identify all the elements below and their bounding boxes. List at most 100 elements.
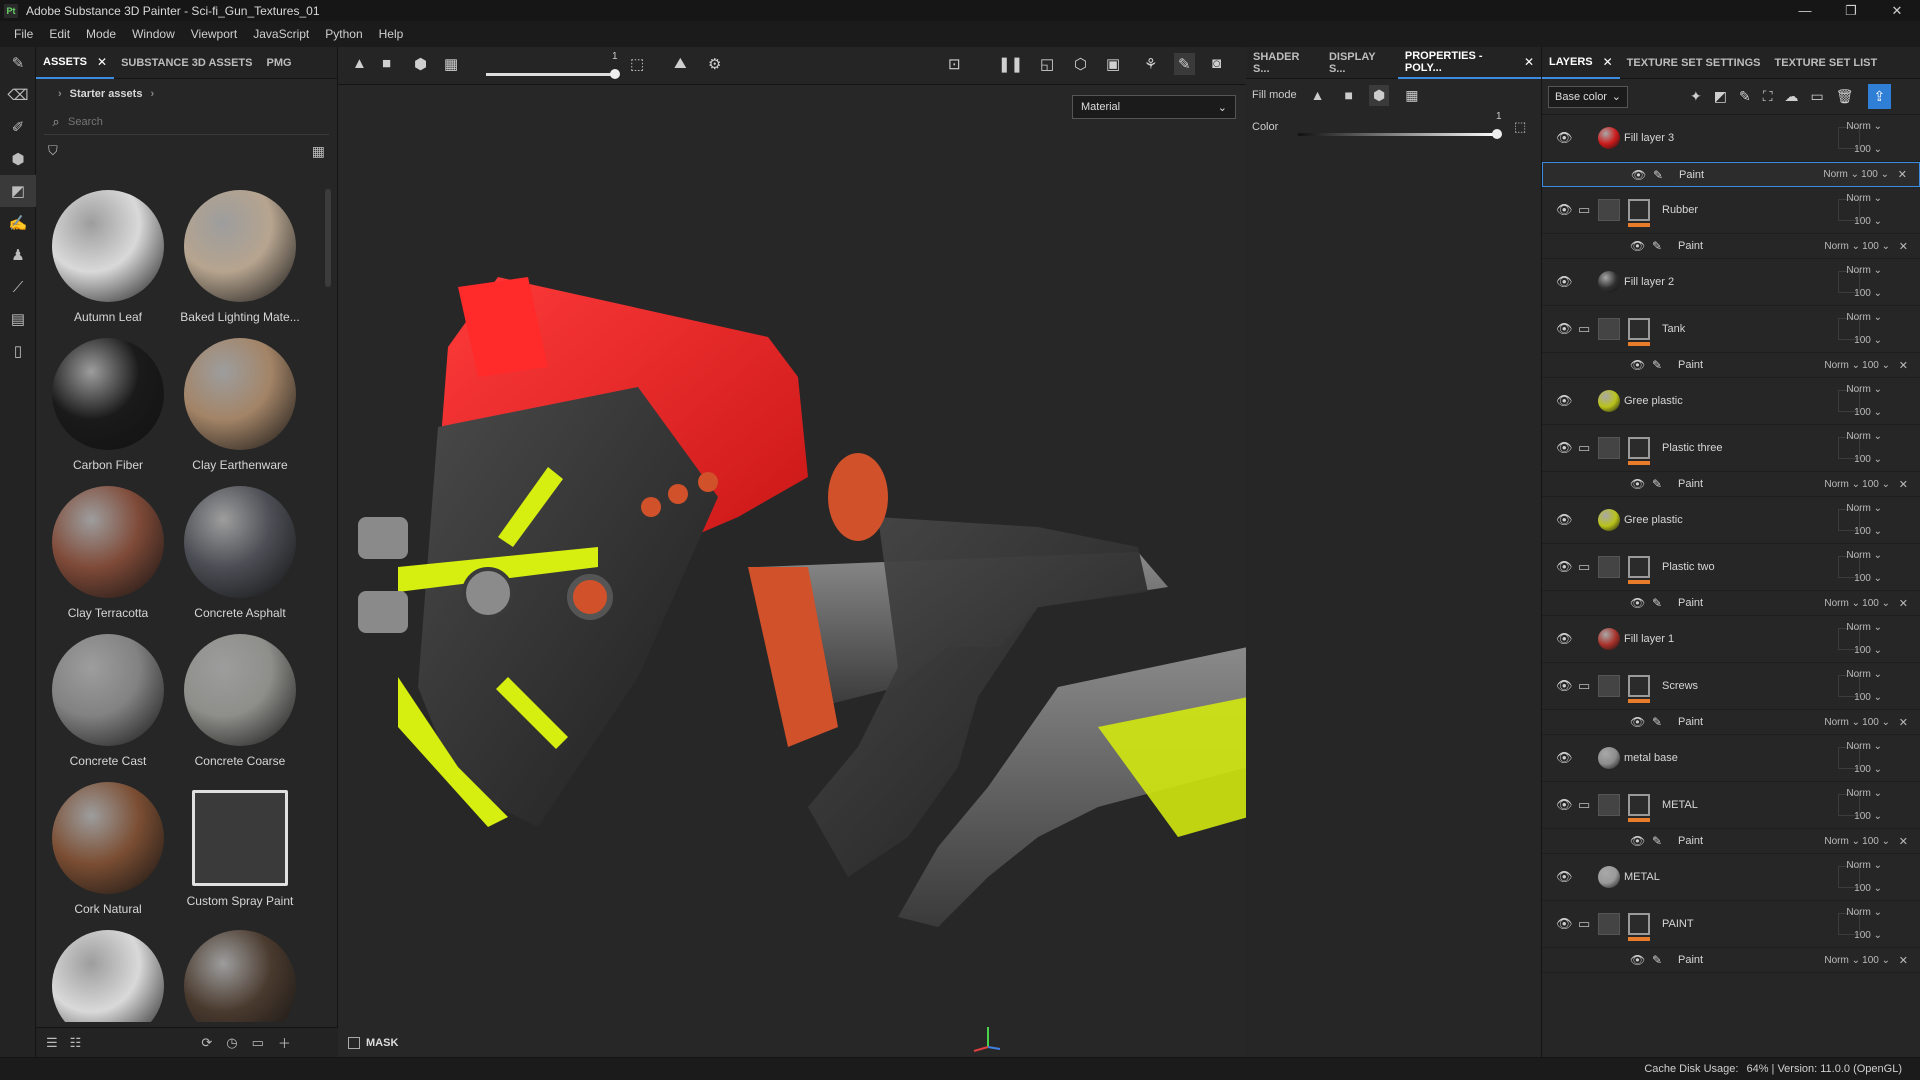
eye-icon[interactable]: 👁 xyxy=(1556,869,1573,885)
layer-row[interactable]: 👁 ▭ Plastic three Norm ⌄ 100 ⌄ xyxy=(1542,425,1920,472)
history-icon[interactable]: ◷ xyxy=(226,1035,237,1051)
blend-mode[interactable]: Norm ⌄ xyxy=(1824,479,1860,490)
opacity-value[interactable]: 100 xyxy=(1854,144,1871,155)
blend-mode[interactable]: Norm xyxy=(1846,431,1870,442)
opacity-value[interactable]: 100 ⌄ xyxy=(1862,360,1890,371)
fill-uv-icon[interactable]: ▦ xyxy=(1405,87,1418,104)
smudge-icon[interactable]: ✍ xyxy=(0,207,36,239)
close-icon[interactable]: ✕ xyxy=(1603,55,1613,69)
layer-row[interactable]: 👁 Fill layer 3 Norm ⌄ 100 ⌄ xyxy=(1542,115,1920,162)
layer-blend[interactable]: Norm ⌄ 100 ⌄ xyxy=(1846,259,1882,305)
add-mask-icon[interactable]: ◩ xyxy=(1714,88,1727,105)
blend-mode[interactable]: Norm xyxy=(1846,193,1870,204)
add-effect-icon[interactable]: ✦ xyxy=(1690,88,1702,105)
asset-thumbnail[interactable] xyxy=(184,930,296,1022)
asset-thumbnail[interactable] xyxy=(184,634,296,746)
filter-icon[interactable]: ⛉ xyxy=(48,143,58,159)
opacity-value[interactable]: 100 ⌄ xyxy=(1862,836,1890,847)
layer-row[interactable]: 👁 Fill layer 1 Norm ⌄ 100 ⌄ xyxy=(1542,616,1920,663)
sub-layer-row[interactable]: 👁 ✎ Paint Norm ⌄ 100 ⌄ ✕ xyxy=(1542,234,1920,259)
opacity-value[interactable]: 100 ⌄ xyxy=(1862,717,1890,728)
channel-select[interactable]: Base color ⌄ xyxy=(1548,85,1628,108)
layer-blend[interactable]: Norm ⌄ 100 ⌄ xyxy=(1846,854,1882,900)
asset-thumbnail[interactable] xyxy=(184,190,296,302)
sub-layer-row[interactable]: 👁 ✎ Paint Norm ⌄ 100 ⌄ ✕ xyxy=(1542,948,1920,973)
close-icon[interactable]: ✕ xyxy=(1899,835,1908,848)
blend-mode[interactable]: Norm xyxy=(1846,788,1870,799)
eye-icon[interactable]: 👁 xyxy=(1556,440,1573,456)
add-fill-layer-icon[interactable]: ⛶ xyxy=(1763,88,1773,105)
asset-thumbnail[interactable] xyxy=(52,782,164,894)
expand-icon[interactable]: ⬚ xyxy=(1514,119,1526,135)
fill-triangle-icon[interactable]: ▲ xyxy=(1311,87,1325,103)
asset-item[interactable]: Cork Natural xyxy=(42,774,174,922)
close-icon[interactable]: ✕ xyxy=(1524,55,1534,69)
asset-thumbnail[interactable] xyxy=(184,338,296,450)
asset-thumbnail[interactable] xyxy=(52,486,164,598)
blend-mode[interactable]: Norm xyxy=(1846,622,1870,633)
assets-scrollbar[interactable] xyxy=(325,189,331,287)
sub-layer-row[interactable]: 👁 ✎ Paint Norm ⌄ 100 ⌄ ✕ xyxy=(1542,353,1920,378)
menu-edit[interactable]: Edit xyxy=(49,27,70,41)
tab-shader-settings[interactable]: SHADER S... xyxy=(1246,47,1322,79)
sub-layer-row[interactable]: 👁 ✎ Paint Norm ⌄ 100 ⌄ ✕ xyxy=(1542,472,1920,497)
close-icon[interactable]: ✕ xyxy=(1899,478,1908,491)
folder-icon[interactable]: ▭ xyxy=(1578,678,1590,694)
layer-blend[interactable]: Norm ⌄ 100 ⌄ xyxy=(1846,187,1882,233)
blend-mode[interactable]: Norm ⌄ xyxy=(1824,241,1860,252)
menu-file[interactable]: File xyxy=(14,27,33,41)
opacity-value[interactable]: 100 xyxy=(1854,407,1871,418)
chevron-right-icon[interactable]: › xyxy=(58,88,62,100)
opacity-value[interactable]: 100 xyxy=(1854,288,1871,299)
tab-layers[interactable]: LAYERS ✕ xyxy=(1542,47,1620,79)
opacity-value[interactable]: 100 ⌄ xyxy=(1862,955,1890,966)
folder-icon[interactable]: ▭ xyxy=(1578,797,1590,813)
viewport[interactable]: ▲ ■ ⬢ ▦ 1 ⬚ ⛰ ⚙ ⊡ ❚❚ ◱ ⬡ ▣ ⚘ ✎ ◙ Materia… xyxy=(338,47,1246,1057)
eye-icon[interactable]: 👁 xyxy=(1556,512,1573,528)
color-slider-knob[interactable] xyxy=(1492,129,1502,139)
sub-layer-row[interactable]: 👁 ✎ Paint Norm ⌄ 100 ⌄ ✕ xyxy=(1542,710,1920,735)
menu-mode[interactable]: Mode xyxy=(86,27,116,41)
layer-blend[interactable]: Norm ⌄ 100 ⌄ xyxy=(1846,425,1882,471)
blend-mode[interactable]: Norm xyxy=(1846,384,1870,395)
mask-checkbox[interactable] xyxy=(348,1037,360,1049)
clone-stamp-icon[interactable]: ♟ xyxy=(0,239,36,271)
blend-mode[interactable]: Norm xyxy=(1846,907,1870,918)
asset-item[interactable] xyxy=(42,922,174,1022)
tab-texture-set-settings[interactable]: TEXTURE SET SETTINGS xyxy=(1620,47,1768,79)
fill-mesh-icon[interactable]: ⬢ xyxy=(1368,84,1390,106)
eye-icon[interactable]: 👁 xyxy=(1556,559,1573,575)
eye-icon[interactable]: 👁 xyxy=(1556,750,1573,766)
geometry-fill-icon[interactable]: ⬢ xyxy=(0,143,36,175)
layer-row[interactable]: 👁 ▭ Tank Norm ⌄ 100 ⌄ xyxy=(1542,306,1920,353)
eye-icon[interactable]: 👁 xyxy=(1556,202,1573,218)
asset-item[interactable]: Clay Terracotta xyxy=(42,478,174,626)
opacity-value[interactable]: 100 ⌄ xyxy=(1862,598,1890,609)
blend-mode[interactable]: Norm ⌄ xyxy=(1824,598,1860,609)
blend-mode[interactable]: Norm xyxy=(1846,503,1870,514)
eye-icon[interactable]: 👁 xyxy=(1556,678,1573,694)
layer-blend[interactable]: Norm ⌄ 100 ⌄ xyxy=(1846,616,1882,662)
grid-view-icon[interactable]: ▦ xyxy=(312,143,325,160)
sub-layer-row[interactable]: 👁 ✎ Paint Norm ⌄ 100 ⌄ ✕ xyxy=(1542,829,1920,854)
projection-icon[interactable]: ✐ xyxy=(0,111,36,143)
tab-display-settings[interactable]: DISPLAY S... xyxy=(1322,47,1398,79)
blend-mode[interactable]: Norm ⌄ xyxy=(1824,836,1860,847)
opacity-value[interactable]: 100 xyxy=(1854,526,1871,537)
asset-item[interactable]: Concrete Asphalt xyxy=(174,478,306,626)
layer-blend[interactable]: Norm ⌄ 100 ⌄ xyxy=(1846,735,1882,781)
bake-icon[interactable]: ▤ xyxy=(0,303,36,335)
menu-window[interactable]: Window xyxy=(132,27,175,41)
add-folder-icon[interactable]: ▭ xyxy=(1811,88,1824,105)
eye-icon[interactable]: 👁 xyxy=(1630,715,1645,729)
close-icon[interactable]: ✕ xyxy=(1899,597,1908,610)
eraser-icon[interactable]: ⌫ xyxy=(0,79,36,111)
color-picker-icon[interactable]: ⟋ xyxy=(0,271,36,303)
add-paint-layer-icon[interactable]: ✎ xyxy=(1739,88,1751,105)
blend-mode[interactable]: Norm xyxy=(1846,860,1870,871)
layer-blend[interactable]: Norm ⌄ 100 ⌄ xyxy=(1846,782,1882,828)
layer-row[interactable]: 👁 metal base Norm ⌄ 100 ⌄ xyxy=(1542,735,1920,782)
folder-icon[interactable]: ▭ xyxy=(1578,916,1590,932)
layer-row[interactable]: 👁 Gree plastic Norm ⌄ 100 ⌄ xyxy=(1542,497,1920,544)
asset-item[interactable]: Autumn Leaf xyxy=(42,182,174,330)
